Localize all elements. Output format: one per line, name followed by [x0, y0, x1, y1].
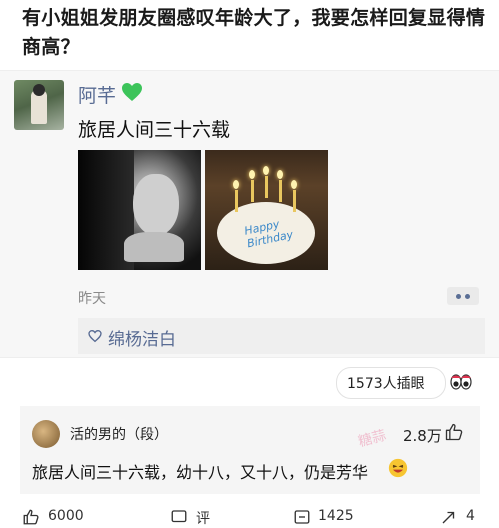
- bottom-action-bar: 6000 评 1425 4: [0, 505, 499, 527]
- comment-author-name[interactable]: 活的男的（段）: [70, 424, 168, 444]
- thumb-up-icon[interactable]: [444, 422, 464, 442]
- question-title: 有小姐姐发朋友圈感叹年龄大了，我要怎样回复显得情商高？: [22, 7, 486, 58]
- comment-like-count: 2.8万: [403, 427, 442, 445]
- read-count-label: 1573人插眼: [347, 376, 425, 392]
- comment-text: 旅居人间三十六载，幼十八，又十八，仍是芳华: [32, 463, 369, 482]
- watermark-logo: 糖蒜: [356, 427, 388, 451]
- post-author-avatar[interactable]: [14, 80, 64, 130]
- heart-outline-icon: [88, 329, 102, 343]
- forward-icon[interactable]: [440, 508, 458, 526]
- post-text: 旅居人间三十六载: [78, 119, 231, 141]
- more-options-button[interactable]: [447, 287, 479, 305]
- share-icon[interactable]: [293, 508, 311, 526]
- post-time: 昨天: [78, 291, 106, 307]
- green-heart-icon: [122, 83, 142, 101]
- laughing-emoji-icon: [388, 458, 408, 478]
- like-count: 6000: [48, 508, 84, 524]
- comment-author-avatar[interactable]: [32, 420, 60, 448]
- liker-name[interactable]: 绵杨洁白: [108, 325, 176, 350]
- top-comment: 活的男的（段） 糖蒜 2.8万 旅居人间三十六载，幼十八，又十八，仍是芳华: [20, 406, 480, 494]
- post-photo-cake[interactable]: Happy Birthday: [205, 150, 328, 270]
- post-photo-portrait[interactable]: [78, 150, 201, 270]
- comment-icon[interactable]: [170, 508, 188, 526]
- likes-bar: 绵杨洁白: [78, 318, 485, 354]
- share-count: 1425: [318, 508, 354, 524]
- read-count-badge[interactable]: 1573人插眼: [336, 367, 446, 399]
- forward-count: 4: [466, 508, 475, 524]
- eyes-emoji-icon: [450, 374, 472, 390]
- comment-label: 评: [196, 511, 210, 527]
- moments-post-card: 阿芊 旅居人间三十六载 Happy Birthday 昨天 绵杨洁白: [0, 70, 499, 358]
- thumb-up-icon[interactable]: [22, 508, 40, 526]
- post-author-name[interactable]: 阿芊: [78, 81, 116, 108]
